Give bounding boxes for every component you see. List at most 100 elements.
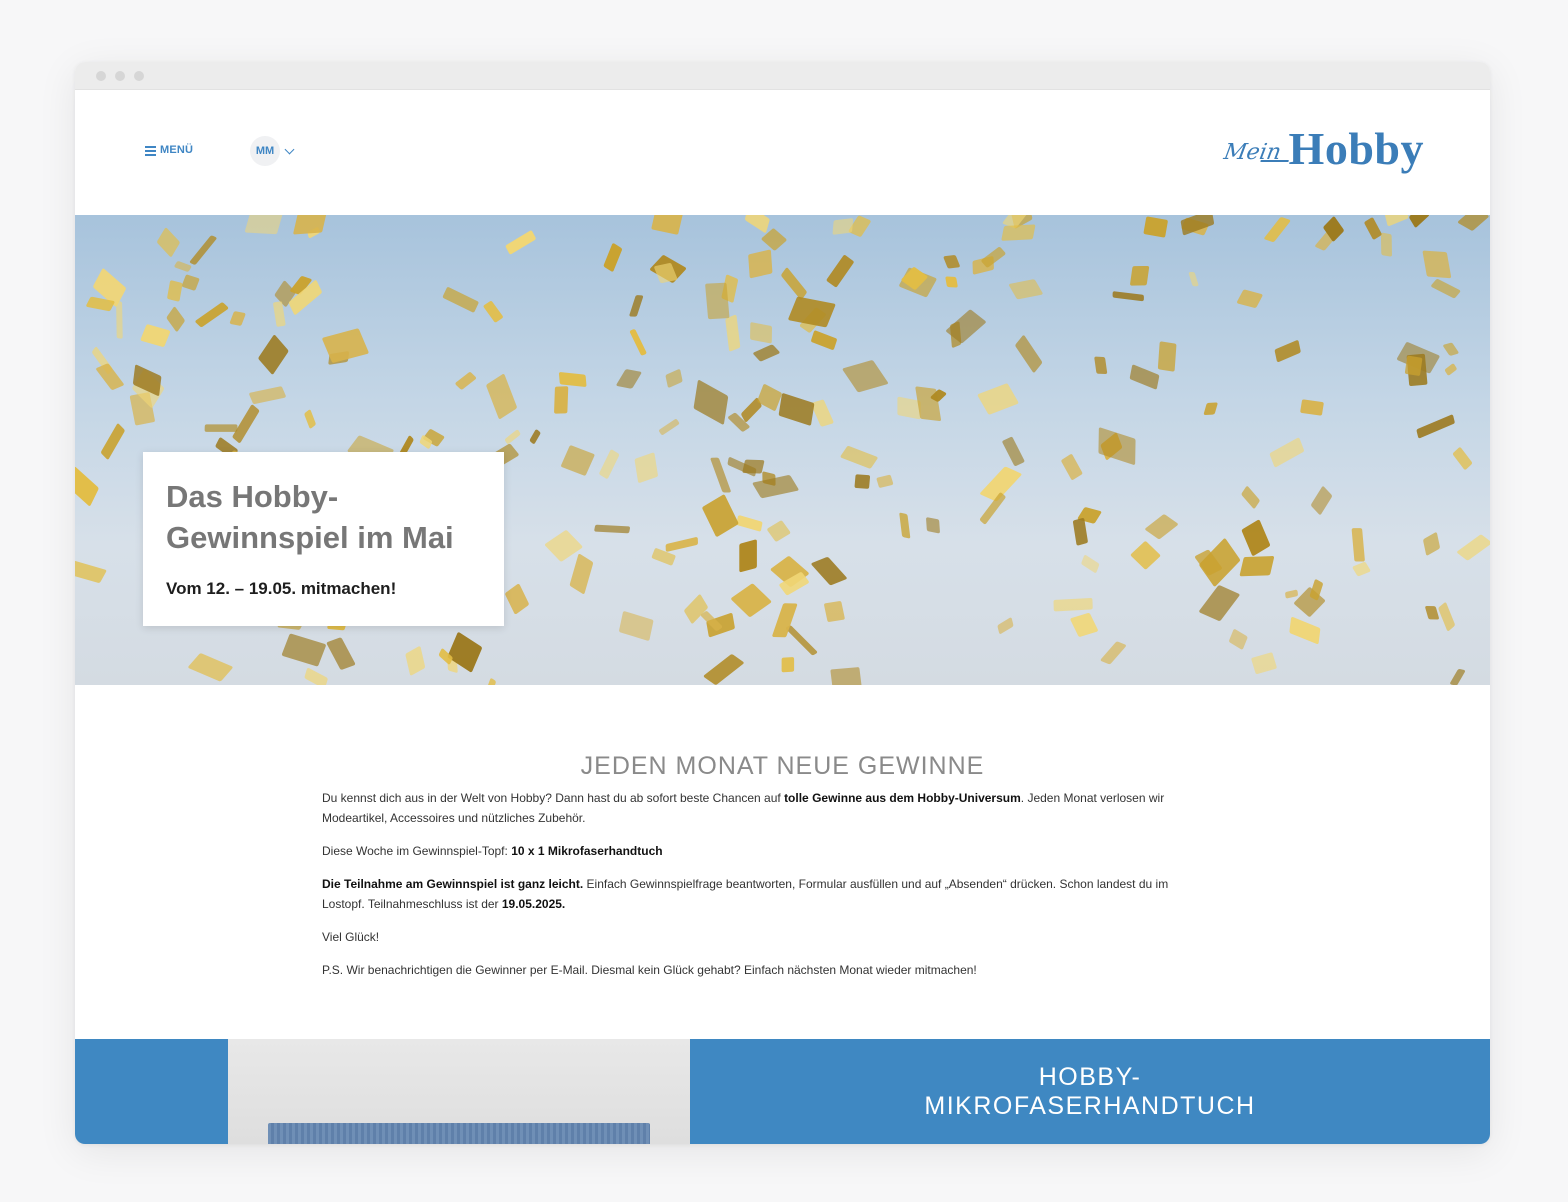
confetti-piece (1098, 427, 1136, 465)
confetti-piece (204, 424, 238, 432)
confetti-piece (830, 667, 862, 685)
logo-main: Hobby (1288, 123, 1424, 174)
confetti-piece (997, 617, 1014, 634)
confetti-piece (293, 215, 330, 235)
confetti-piece (1380, 232, 1392, 257)
window-dot-minimize[interactable] (115, 71, 125, 81)
confetti-piece (665, 369, 683, 388)
confetti-piece (487, 678, 496, 685)
confetti-piece (505, 429, 521, 444)
confetti-piece (442, 287, 479, 313)
confetti-piece (1072, 518, 1088, 546)
confetti-piece (651, 215, 683, 235)
towel-image (268, 1123, 650, 1144)
confetti-piece (101, 423, 125, 460)
confetti-piece (785, 625, 818, 656)
confetti-piece (725, 314, 741, 352)
confetti-piece (157, 227, 180, 257)
product-teaser[interactable]: HOBBY- MIKROFASERHANDTUCH (75, 1039, 1490, 1144)
confetti-piece (811, 399, 834, 427)
window-titlebar (75, 62, 1490, 90)
confetti-piece (1458, 215, 1489, 231)
confetti-piece (1239, 556, 1275, 577)
confetti-piece (1264, 217, 1291, 242)
confetti-piece (455, 372, 477, 390)
paragraph-good-luck: Viel Glück! (322, 930, 380, 944)
confetti-piece (1229, 629, 1248, 650)
confetti-piece (569, 553, 593, 594)
confetti-piece (1404, 355, 1423, 376)
hero-title: Das Hobby-Gewinnspiel im Mai (166, 479, 454, 555)
confetti-piece (116, 301, 123, 339)
confetti-piece (232, 404, 260, 443)
confetti-piece (1015, 335, 1042, 373)
confetti-piece (529, 429, 541, 444)
confetti-piece (1130, 265, 1150, 286)
confetti-piece (1061, 454, 1083, 480)
site-logo[interactable]: Mein Hobby (1221, 123, 1424, 174)
confetti-piece (665, 537, 698, 552)
confetti-piece (616, 369, 642, 389)
confetti-piece (1425, 606, 1439, 620)
confetti-piece (684, 594, 708, 624)
confetti-piece (1157, 341, 1177, 372)
confetti-piece (1129, 364, 1160, 390)
paragraph-participation: Die Teilnahme am Gewinnspiel ist ganz le… (322, 877, 1169, 911)
confetti-piece (486, 374, 517, 419)
confetti-piece (281, 633, 326, 667)
confetti-piece (1081, 555, 1100, 573)
confetti-piece (1300, 399, 1324, 416)
confetti-piece (753, 344, 780, 362)
confetti-piece (1422, 250, 1452, 279)
confetti-piece (1457, 534, 1490, 561)
avatar: MM (250, 136, 280, 166)
confetti-piece (140, 324, 171, 347)
confetti-piece (736, 515, 763, 532)
confetti-piece (703, 654, 744, 685)
confetti-piece (693, 380, 729, 425)
confetti-piece (778, 393, 815, 426)
menu-button[interactable]: MENÜ (145, 144, 193, 156)
confetti-piece (1443, 342, 1459, 356)
window-dot-maximize[interactable] (134, 71, 144, 81)
account-menu[interactable]: MM (250, 136, 295, 166)
confetti-piece (1112, 291, 1144, 302)
hero-banner: Das Hobby-Gewinnspiel im Mai Vom 12. – 1… (75, 215, 1490, 685)
confetti-piece (1002, 437, 1025, 466)
confetti-piece (229, 311, 246, 326)
confetti-piece (899, 512, 911, 539)
paragraph-prize: Diese Woche im Gewinnspiel-Topf: 10 x 1 … (322, 844, 663, 858)
confetti-piece (824, 601, 845, 622)
window-dot-close[interactable] (96, 71, 106, 81)
confetti-piece (832, 218, 854, 235)
confetti-piece (767, 520, 791, 542)
confetti-piece (322, 328, 369, 363)
confetti-piece (977, 383, 1019, 415)
confetti-piece (1351, 528, 1365, 562)
confetti-piece (842, 360, 888, 393)
confetti-piece (189, 235, 217, 265)
confetti-piece (1145, 514, 1178, 539)
confetti-piece (96, 363, 124, 390)
logo-script: Mein (1221, 140, 1283, 165)
confetti-piece (1143, 216, 1168, 238)
confetti-piece (1385, 215, 1409, 226)
confetti-piece (1274, 340, 1301, 362)
confetti-piece (1251, 652, 1277, 674)
hero-subtitle: Vom 12. – 19.05. mitmachen! (166, 579, 397, 598)
confetti-piece (1423, 532, 1440, 556)
confetti-piece (811, 330, 837, 350)
confetti-piece (1001, 224, 1036, 241)
confetti-piece (629, 329, 647, 356)
browser-window: MENÜ MM Mein Hobby Das Hobby-Gewinnspiel… (75, 62, 1490, 1144)
confetti-piece (1445, 363, 1457, 376)
confetti-piece (1409, 215, 1430, 228)
confetti-piece (505, 583, 529, 615)
confetti-piece (634, 452, 658, 483)
confetti-piece (505, 230, 536, 255)
confetti-piece (599, 449, 620, 479)
confetti-piece (1431, 279, 1461, 299)
confetti-piece (619, 611, 654, 641)
confetti-piece (1199, 585, 1240, 621)
chevron-down-icon (284, 144, 295, 154)
